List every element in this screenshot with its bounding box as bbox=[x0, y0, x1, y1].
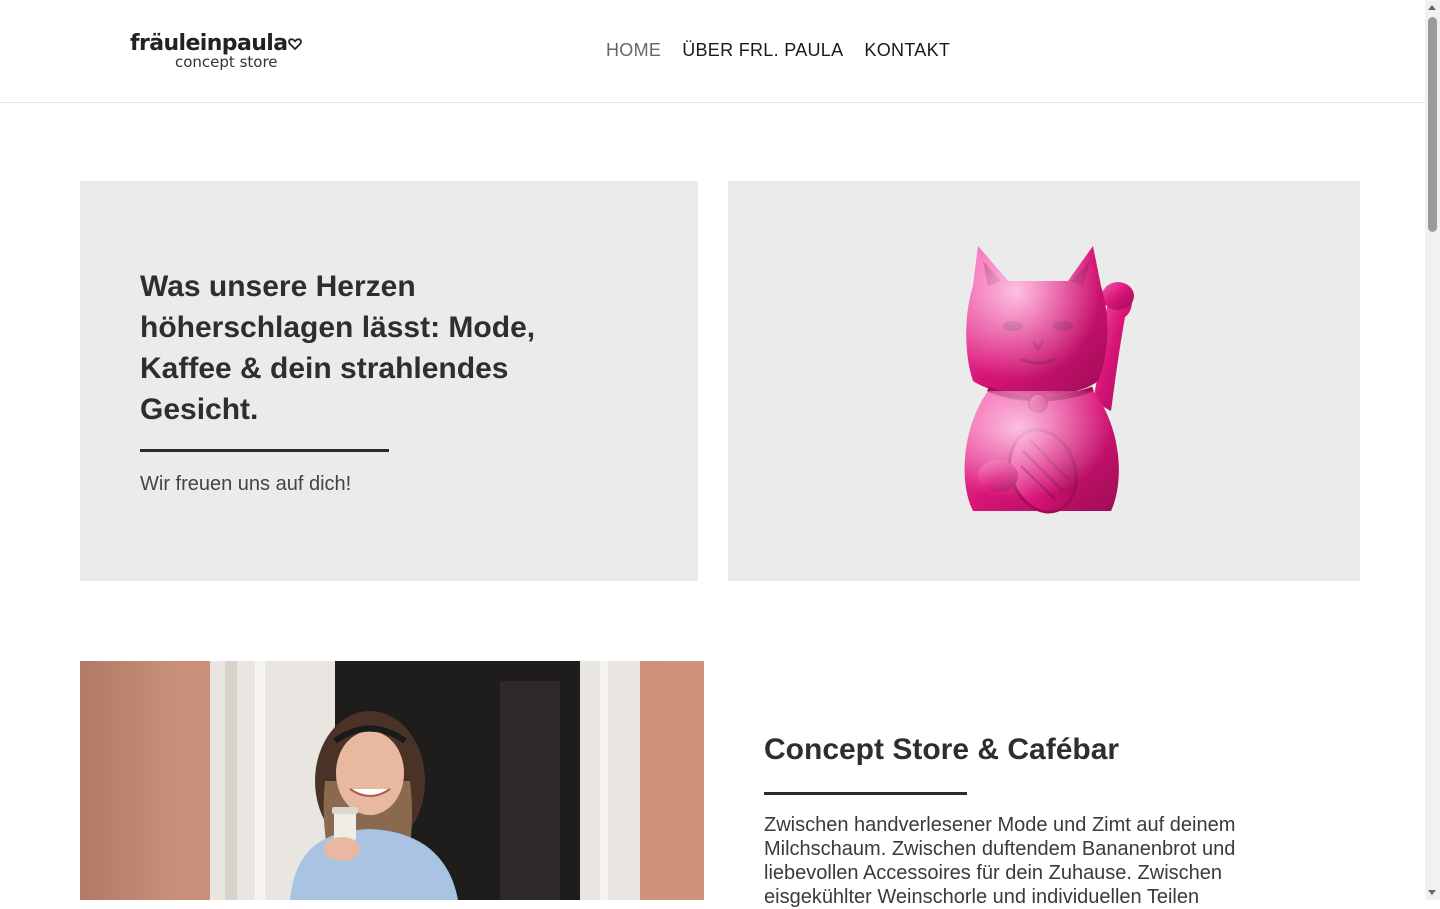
heart-icon bbox=[288, 38, 302, 50]
section-divider bbox=[764, 792, 967, 795]
hero-subtitle: Wir freuen uns auf dich! bbox=[140, 473, 352, 495]
site-header: fräuleinpaula concept store HOME ÜBER FR… bbox=[0, 0, 1425, 103]
hero-text-panel: Was unsere Herzen höherschlagen lässt: M… bbox=[80, 181, 698, 581]
lucky-cat-icon bbox=[964, 246, 1134, 514]
section-body-text: Zwischen handverlesener Mode und Zimt au… bbox=[764, 814, 1236, 908]
woman-with-coffee-photo-icon bbox=[80, 661, 704, 900]
store-photo bbox=[80, 661, 704, 900]
hero-title: Was unsere Herzen höherschlagen lässt: M… bbox=[140, 270, 536, 426]
main-nav: HOME ÜBER FRL. PAULA KONTAKT bbox=[606, 38, 950, 62]
nav-kontakt[interactable]: KONTAKT bbox=[864, 38, 950, 62]
scroll-up-arrow-icon[interactable] bbox=[1428, 5, 1436, 10]
hero-divider bbox=[140, 449, 389, 452]
scroll-down-arrow-icon[interactable] bbox=[1428, 890, 1436, 895]
nav-ueber-frl-paula[interactable]: ÜBER FRL. PAULA bbox=[682, 38, 843, 62]
nav-home[interactable]: HOME bbox=[606, 38, 661, 62]
page-scrollbar[interactable] bbox=[1425, 0, 1440, 900]
logo[interactable]: fräuleinpaula concept store bbox=[130, 30, 310, 75]
hero-image-panel bbox=[728, 181, 1360, 581]
scroll-thumb[interactable] bbox=[1428, 17, 1437, 232]
logo-subtitle: concept store bbox=[175, 53, 278, 71]
section-title: Concept Store & Cafébar bbox=[764, 733, 1120, 766]
